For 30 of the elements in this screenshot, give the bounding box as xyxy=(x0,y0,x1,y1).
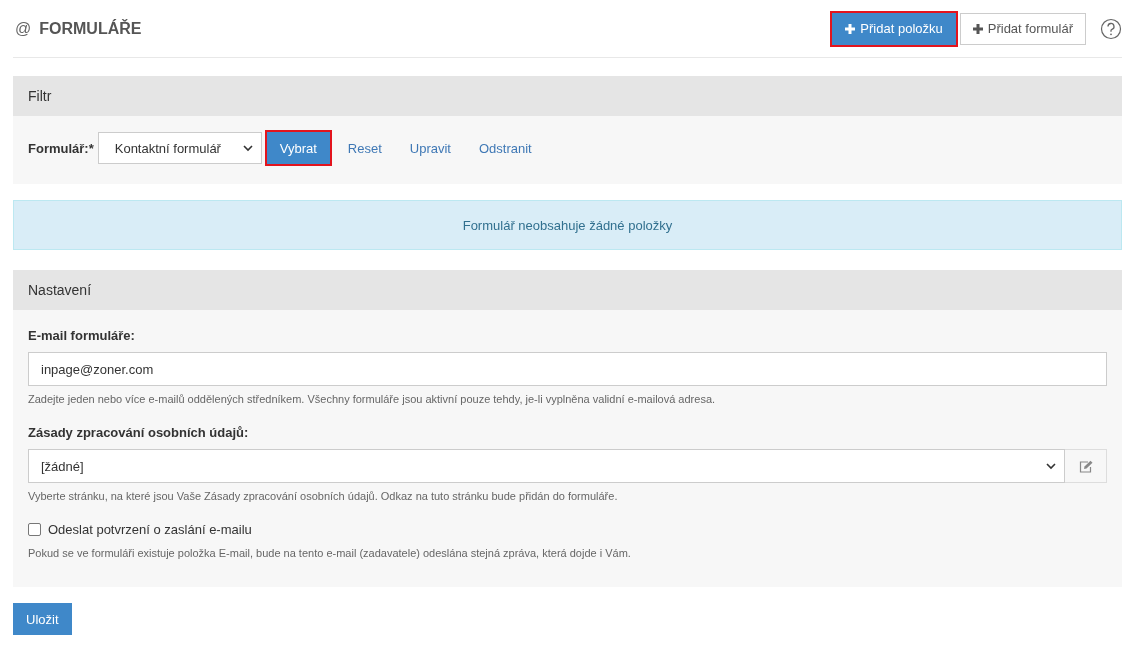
field-label: Zásady zpracování osobních údajů: xyxy=(28,425,250,440)
button[interactable]: Vybrat xyxy=(266,132,330,164)
help-icon[interactable] xyxy=(1100,17,1122,40)
panel-heading: Filtr xyxy=(13,76,1122,116)
at-sign: @ xyxy=(15,19,32,38)
checkbox-label: Odeslat potvrzení o zaslání e-mailu xyxy=(48,522,252,537)
field-label: E-mail formuláře: xyxy=(28,328,136,343)
info-alert: Formulář neobsahuje žádné položky xyxy=(13,200,1122,250)
email-field[interactable]: inpage@zoner.com xyxy=(28,352,1107,386)
checkbox[interactable] xyxy=(28,523,41,536)
help-text: Pokud se ve formuláři existuje položka E-mail, bude na tento e-mail (zadavatele) odeslána stejná zpráva, která dojde i Vám. xyxy=(28,547,632,559)
edit-button[interactable] xyxy=(1065,449,1107,483)
help-text: Vyberte stránku, na které jsou Vaše Zásady zpracování osobních údajů. Odkaz na tuto stránku bude přidán do formuláře. xyxy=(28,490,619,502)
link[interactable]: Reset xyxy=(347,140,382,156)
help-text: Zadejte jeden nebo více e-mailů oddělených středníkem. Všechny formuláře jsou aktivní pouze tehdy, je-li vyplněna validní e-mailová adresa. xyxy=(28,393,717,405)
button[interactable]: Přidat položku xyxy=(832,12,956,45)
chevron-down-icon xyxy=(242,144,253,152)
page-select[interactable]: [žádné] xyxy=(28,449,1065,483)
plus-icon xyxy=(972,23,983,34)
link[interactable]: Odstranit xyxy=(479,140,532,156)
page-title: FORMULÁŘE xyxy=(39,19,143,38)
panel-heading: Nastavení xyxy=(13,270,1122,310)
plus-icon xyxy=(845,23,856,34)
button[interactable]: Uložit xyxy=(13,603,72,635)
chevron-down-icon xyxy=(1046,462,1056,470)
field-label: Formulář:* xyxy=(28,140,94,156)
form-select[interactable]: Kontaktní formulář xyxy=(97,132,262,164)
button[interactable]: Přidat formulář xyxy=(959,12,1086,45)
edit-icon xyxy=(1078,459,1093,473)
link[interactable]: Upravit xyxy=(409,140,451,156)
